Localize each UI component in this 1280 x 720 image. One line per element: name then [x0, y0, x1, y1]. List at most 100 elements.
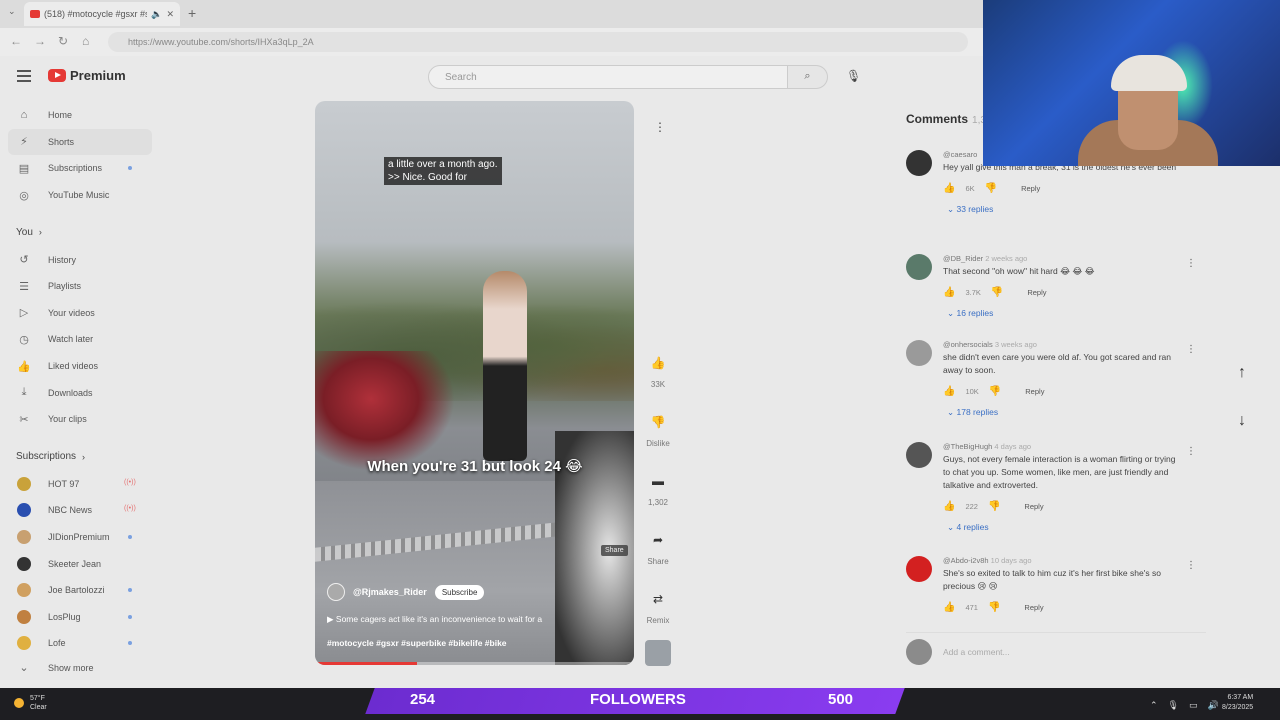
comments-button[interactable]: ▬ 1,302	[638, 468, 678, 527]
subscribe-button[interactable]: Subscribe	[434, 584, 485, 600]
sidebar-item-youtube-music[interactable]: ◎ YouTube Music	[0, 182, 160, 209]
progress-fill	[315, 662, 418, 665]
remix-button[interactable]: ⇄ Remix	[638, 586, 678, 645]
new-content-dot	[128, 166, 132, 171]
sidebar-subscriptions-heading[interactable]: Subscriptions ›	[0, 443, 160, 471]
sidebar-sub-skeeter-jean[interactable]: Skeeter Jean	[0, 550, 160, 577]
sidebar-sub-hot97[interactable]: HOT 97 ((•))	[0, 471, 160, 498]
search-input[interactable]: Search	[428, 65, 788, 89]
sidebar-item-watch-later[interactable]: ◷ Watch later	[0, 326, 160, 353]
commenter-name[interactable]: @onhersocials	[943, 340, 993, 349]
sidebar-sub-joe-bartolozzi[interactable]: Joe Bartolozzi	[0, 577, 160, 604]
previous-short-arrow-icon[interactable]: ↑	[1238, 364, 1246, 382]
reply-button[interactable]: Reply	[1027, 288, 1046, 297]
sidebar-sub-losplug[interactable]: LosPlug	[0, 604, 160, 631]
reply-button[interactable]: Reply	[1024, 502, 1043, 511]
sidebar-item-shorts[interactable]: ⚡ Shorts	[8, 128, 152, 156]
comment-menu-icon[interactable]: ⋮	[1186, 560, 1196, 571]
system-clock[interactable]: 6:37 AM 8/23/2025	[1222, 693, 1253, 713]
playlists-icon: ☰	[19, 280, 29, 293]
dislike-comment-icon[interactable]: 👎	[988, 501, 1000, 512]
like-comment-icon[interactable]: 👍	[943, 287, 955, 298]
tab-list-chevron-icon[interactable]: ⌄	[8, 6, 16, 17]
commenter-avatar[interactable]	[906, 340, 932, 366]
sound-thumbnail[interactable]	[645, 640, 671, 666]
dislike-button[interactable]: 👎 Dislike	[638, 409, 678, 468]
sidebar-item-liked-videos[interactable]: 👍 Liked videos	[0, 353, 160, 380]
url-field[interactable]: https://www.youtube.com/shorts/IHXa3qLp_…	[108, 32, 968, 52]
commenter-name[interactable]: @Abdo-i2v8h	[943, 556, 989, 565]
view-replies-button[interactable]: ⌄ 178 replies	[943, 407, 1178, 418]
play-triangle-icon: ▶	[327, 614, 336, 624]
share-button[interactable]: ➦ Share	[638, 527, 678, 586]
sidebar-item-home[interactable]: ⌂ Home	[0, 102, 160, 129]
dislike-comment-icon[interactable]: 👎	[985, 183, 997, 194]
comment-menu-icon[interactable]: ⋮	[1186, 344, 1196, 355]
microphone-icon[interactable]: 🎙	[846, 69, 861, 83]
dislike-comment-icon[interactable]: 👎	[989, 386, 1001, 397]
search-button[interactable]: ⌕	[788, 65, 828, 89]
sidebar-item-subscriptions[interactable]: ▤ Subscriptions	[0, 155, 160, 182]
sidebar-item-your-clips[interactable]: ✂ Your clips	[0, 406, 160, 433]
comment-menu-icon[interactable]: ⋮	[1186, 258, 1196, 269]
view-replies-button[interactable]: ⌄ 16 replies	[943, 308, 1178, 319]
youtube-logo[interactable]: Premium	[48, 68, 126, 83]
back-icon[interactable]: ←	[10, 34, 22, 48]
sidebar-item-downloads[interactable]: ⤓ Downloads	[0, 379, 160, 406]
view-replies-button[interactable]: ⌄ 33 replies	[943, 204, 1178, 215]
home-browser-icon[interactable]: ⌂	[82, 34, 89, 48]
sidebar-you-heading[interactable]: You ›	[0, 218, 160, 246]
next-short-arrow-icon[interactable]: ↓	[1238, 412, 1246, 430]
sidebar-sub-nbc-news[interactable]: NBC News ((•))	[0, 497, 160, 524]
sidebar-item-playlists[interactable]: ☰ Playlists	[0, 273, 160, 300]
show-more-button[interactable]: ⌄ Show more	[0, 657, 160, 679]
like-comment-icon[interactable]: 👍	[943, 602, 955, 613]
video-scene-person	[483, 271, 527, 461]
commenter-name[interactable]: @TheBigHugh	[943, 442, 992, 451]
comment-text: Guys, not every female interaction is a …	[943, 454, 1176, 490]
close-tab-icon[interactable]: ✕	[166, 9, 174, 20]
browser-tab[interactable]: (518) #motocycle #gsxr #su 🔈 ✕	[24, 2, 180, 26]
commenter-avatar[interactable]	[906, 150, 932, 176]
forward-icon[interactable]: →	[34, 34, 46, 48]
commenter-name[interactable]: @caesaro	[943, 150, 977, 159]
new-tab-icon[interactable]: +	[188, 5, 196, 21]
history-icon: ↺	[19, 254, 29, 267]
like-comment-icon[interactable]: 👍	[943, 386, 955, 397]
download-icon: ⤓	[21, 386, 27, 399]
dislike-comment-icon[interactable]: 👎	[991, 287, 1003, 298]
commenter-avatar[interactable]	[906, 556, 932, 582]
microphone-tray-icon[interactable]: 🎙	[1168, 700, 1179, 711]
like-comment-icon[interactable]: 👍	[943, 183, 955, 194]
add-comment-input[interactable]: Add a comment...	[943, 647, 1010, 657]
sidebar-item-your-videos[interactable]: ▷ Your videos	[0, 300, 160, 327]
volume-icon[interactable]: 🔊	[1208, 700, 1219, 711]
video-hashtags[interactable]: #motocycle #gsxr #superbike #bikelife #b…	[327, 638, 507, 648]
channel-name[interactable]: @Rjmakes_Rider	[353, 587, 427, 597]
comment-menu-icon[interactable]: ⋮	[1186, 446, 1196, 457]
shorts-video-player[interactable]: a little over a month ago. >> Nice. Good…	[315, 101, 634, 665]
reload-icon[interactable]: ↻	[58, 34, 68, 48]
commenter-name[interactable]: @DB_Rider	[943, 254, 983, 263]
view-replies-button[interactable]: ⌄ 4 replies	[943, 522, 1178, 533]
video-description[interactable]: ▶ Some cagers act like it's an inconveni…	[327, 614, 542, 625]
network-icon[interactable]: ▭	[1189, 700, 1198, 711]
chevron-up-icon[interactable]: ⌃	[1150, 700, 1158, 711]
progress-bar[interactable]	[315, 662, 634, 665]
mute-tab-icon[interactable]: 🔈	[151, 9, 162, 20]
sidebar-sub-lofe[interactable]: Lofe	[0, 630, 160, 657]
like-comment-icon[interactable]: 👍	[943, 501, 955, 512]
sidebar-sub-jidionpremium[interactable]: JIDionPremium	[0, 524, 160, 551]
reply-button[interactable]: Reply	[1021, 184, 1040, 193]
reply-button[interactable]: Reply	[1025, 387, 1044, 396]
menu-icon[interactable]	[17, 70, 31, 82]
weather-widget[interactable]: 57°F Clear	[14, 694, 47, 712]
dislike-comment-icon[interactable]: 👎	[988, 602, 1000, 613]
like-button[interactable]: 👍 33K	[638, 350, 678, 409]
commenter-avatar[interactable]	[906, 442, 932, 468]
sidebar-item-history[interactable]: ↺ History	[0, 246, 160, 273]
channel-avatar[interactable]	[327, 583, 345, 601]
commenter-avatar[interactable]	[906, 254, 932, 280]
reply-button[interactable]: Reply	[1024, 603, 1043, 612]
more-options-icon[interactable]: ⋮	[654, 120, 666, 134]
